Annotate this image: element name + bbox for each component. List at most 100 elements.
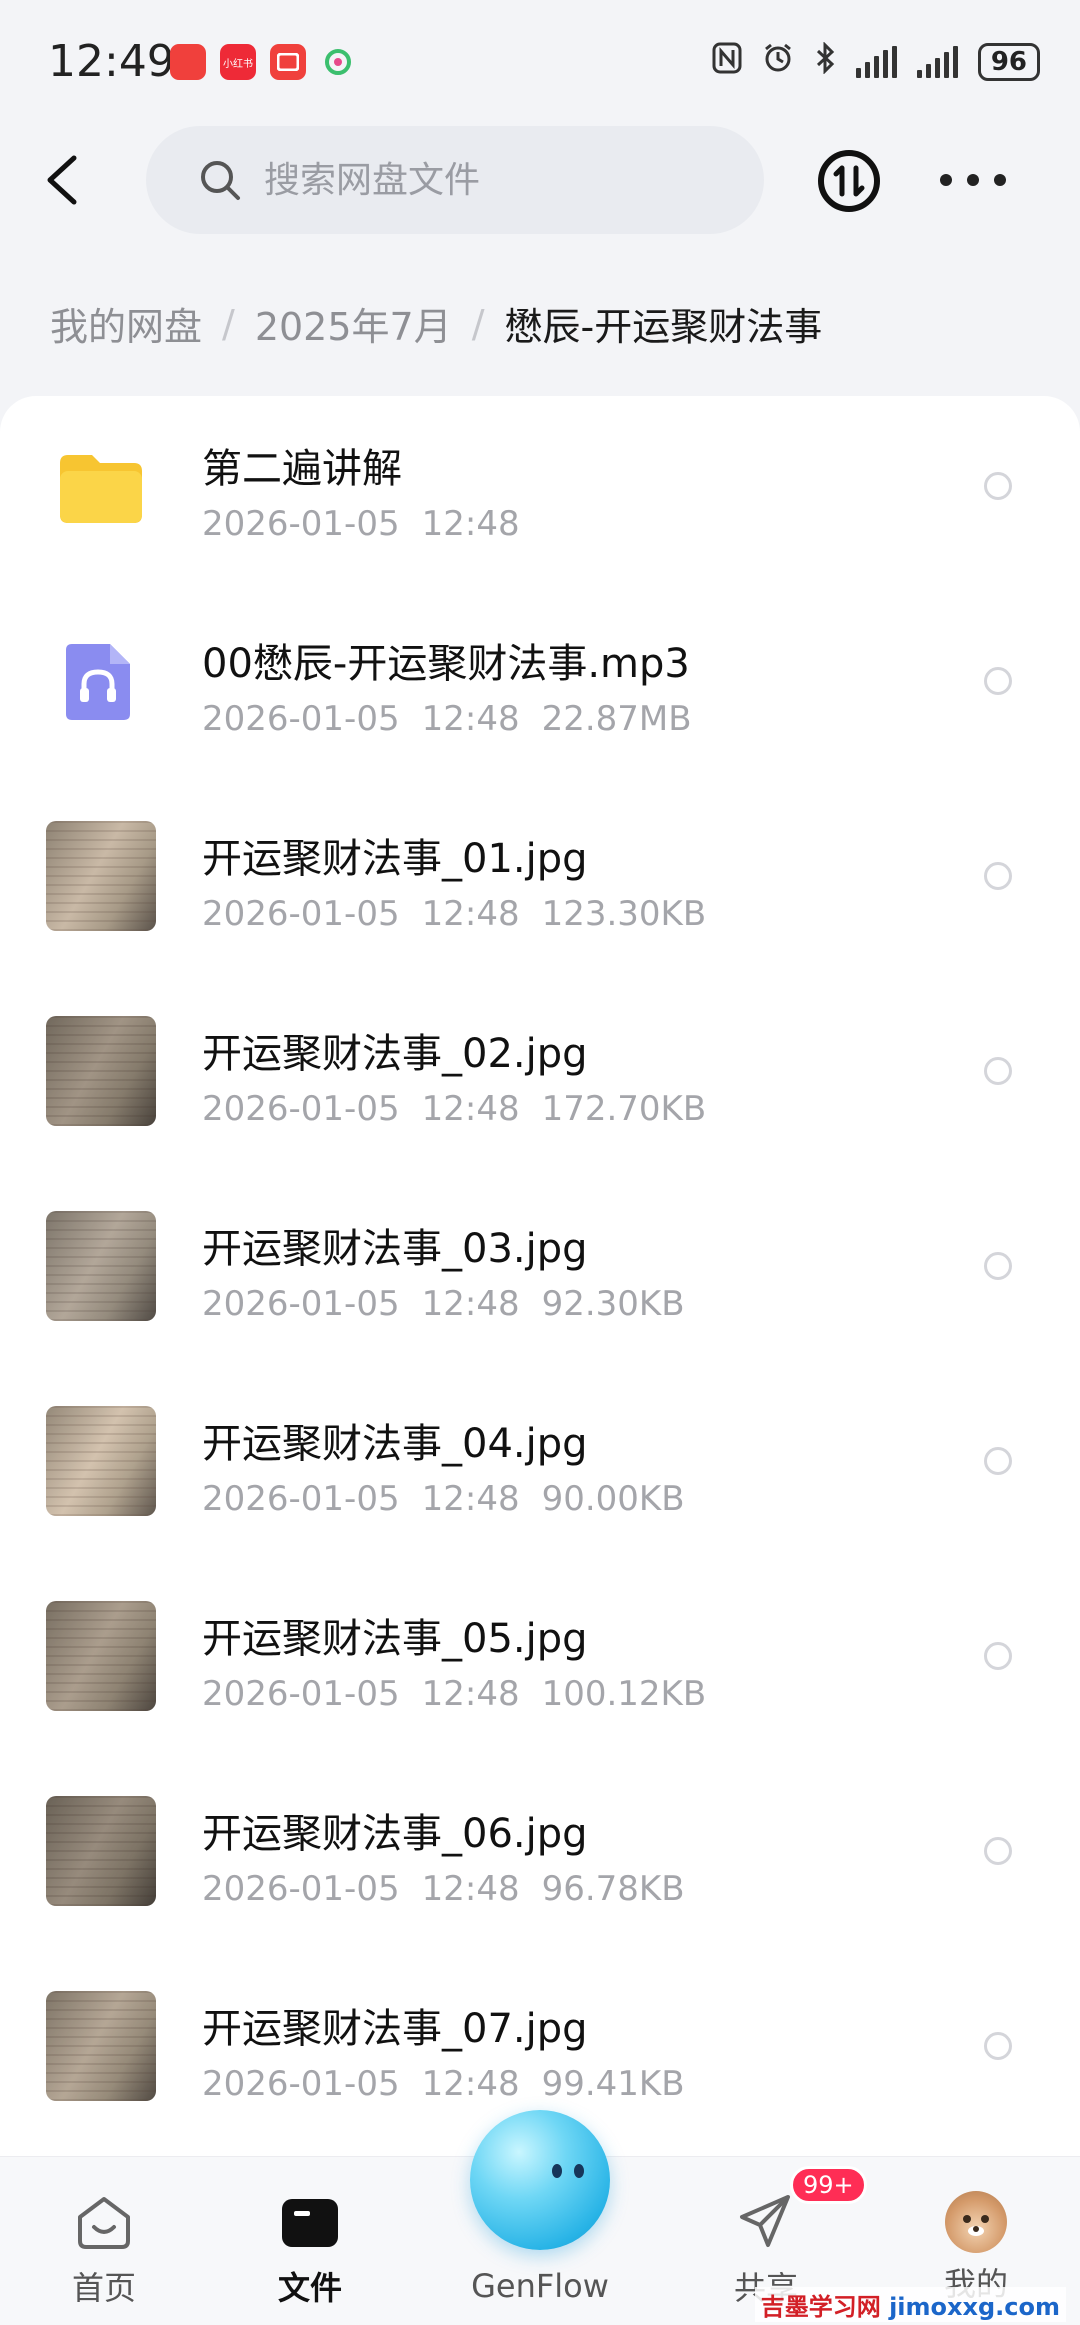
select-radio[interactable] (984, 1837, 1012, 1865)
file-meta: 2026-01-05 12:48 22.87MB (202, 699, 714, 739)
file-meta: 2026-01-05 12:48 123.30KB (202, 894, 728, 934)
list-item-image[interactable]: 开运聚财法事_03.jpg 2026-01-05 12:48 92.30KB (0, 1176, 1080, 1371)
file-time: 12:48 (421, 1479, 520, 1519)
list-item-image[interactable]: 开运聚财法事_02.jpg 2026-01-05 12:48 172.70KB (0, 981, 1080, 1176)
more-dot (967, 174, 979, 186)
file-meta: 2026-01-05 12:48 96.78KB (202, 1869, 707, 1909)
file-name: 00懋辰-开运聚财法事.mp3 (202, 641, 690, 687)
file-time: 12:48 (421, 894, 520, 934)
file-date: 2026-01-05 (202, 1089, 400, 1129)
list-item-image[interactable]: 开运聚财法事_05.jpg 2026-01-05 12:48 100.12KB (0, 1566, 1080, 1761)
watermark: 吉墨学习网 jimoxxg.com (754, 2287, 1066, 2322)
folder-icon (46, 431, 156, 541)
status-time: 12:49 (48, 36, 175, 87)
image-thumbnail (46, 1601, 156, 1711)
xiaohongshu-notification-icon: 小红书 (220, 44, 256, 80)
genflow-orb-button[interactable] (470, 2110, 610, 2250)
alarm-icon (762, 42, 794, 81)
list-item-folder[interactable]: 第二遍讲解 2026-01-05 12:48 (0, 396, 1080, 591)
nav-genflow-label: GenFlow (471, 2267, 609, 2305)
image-thumbnail (46, 1406, 156, 1516)
chevron-left-icon (47, 155, 77, 205)
file-meta: 2026-01-05 12:48 92.30KB (202, 1284, 707, 1324)
file-size: 99.41KB (541, 2064, 685, 2104)
nav-genflow[interactable]: GenFlow (470, 2261, 610, 2305)
file-date: 2026-01-05 (202, 1674, 400, 1714)
bluetooth-icon (814, 41, 836, 81)
select-radio[interactable] (984, 1057, 1012, 1085)
share-badge: 99+ (790, 2166, 867, 2204)
file-name: 开运聚财法事_06.jpg (202, 1811, 588, 1857)
search-icon (201, 161, 240, 200)
file-time: 12:48 (421, 1089, 520, 1129)
select-radio[interactable] (984, 2032, 1012, 2060)
file-list: 第二遍讲解 2026-01-05 12:48 00懋辰-开运聚财法事.mp3 20… (0, 396, 1080, 2156)
nav-home-label: 首页 (71, 2269, 136, 2307)
file-meta: 2026-01-05 12:48 99.41KB (202, 2064, 707, 2104)
list-item-image[interactable]: 开运聚财法事_06.jpg 2026-01-05 12:48 96.78KB (0, 1761, 1080, 1956)
select-radio[interactable] (984, 1447, 1012, 1475)
file-name: 开运聚财法事_05.jpg (202, 1616, 588, 1662)
file-time: 12:48 (421, 1674, 520, 1714)
back-button[interactable] (36, 150, 96, 210)
file-time: 12:48 (421, 1284, 520, 1324)
orb-eye (574, 2164, 584, 2178)
breadcrumb-separator: / (471, 301, 485, 346)
file-date: 2026-01-05 (202, 1284, 400, 1324)
status-right: 96 (712, 41, 1040, 81)
watermark-url: jimoxxg.com (889, 2293, 1060, 2321)
select-radio[interactable] (984, 862, 1012, 890)
files-icon (282, 2199, 338, 2247)
image-thumbnail (46, 821, 156, 931)
breadcrumb-separator: / (222, 301, 235, 346)
nav-files[interactable]: 文件 (240, 2191, 380, 2309)
breadcrumb-level1[interactable]: 2025年7月 (255, 296, 452, 351)
breadcrumb-root[interactable]: 我的网盘 (50, 296, 202, 351)
file-date: 2026-01-05 (202, 699, 400, 739)
list-item-audio[interactable]: 00懋辰-开运聚财法事.mp3 2026-01-05 12:48 22.87MB (0, 591, 1080, 786)
more-options-button[interactable] (940, 160, 1006, 200)
file-meta: 2026-01-05 12:48 90.00KB (202, 1479, 707, 1519)
mobile-app-icon (320, 44, 356, 80)
select-radio[interactable] (984, 472, 1012, 500)
home-icon (78, 2197, 130, 2249)
audio-file-icon (46, 626, 156, 736)
watermark-text: 吉墨学习网 (760, 2293, 881, 2321)
signal-icon-2 (916, 45, 958, 78)
transfer-icon (818, 150, 880, 212)
breadcrumb-current: 懋辰-开运聚财法事 (504, 305, 823, 349)
file-date: 2026-01-05 (202, 1869, 400, 1909)
nav-home[interactable]: 首页 (34, 2191, 174, 2309)
avatar (945, 2191, 1007, 2253)
image-thumbnail (46, 1211, 156, 1321)
image-thumbnail (46, 1796, 156, 1906)
file-meta: 2026-01-05 12:48 172.70KB (202, 1089, 728, 1129)
file-date: 2026-01-05 (202, 504, 400, 544)
image-thumbnail (46, 1991, 156, 2101)
file-name: 开运聚财法事_07.jpg (202, 2006, 588, 2052)
file-size: 172.70KB (541, 1089, 707, 1129)
select-radio[interactable] (984, 1642, 1012, 1670)
file-size: 96.78KB (541, 1869, 685, 1909)
select-radio[interactable] (984, 1252, 1012, 1280)
file-meta: 2026-01-05 12:48 100.12KB (202, 1674, 728, 1714)
transfer-button[interactable] (816, 148, 882, 214)
paper-plane-icon (740, 2195, 790, 2247)
file-name: 开运聚财法事_02.jpg (202, 1031, 588, 1077)
search-input[interactable] (262, 158, 726, 202)
file-size: 100.12KB (541, 1674, 707, 1714)
file-name: 开运聚财法事_03.jpg (202, 1226, 588, 1272)
file-time: 12:48 (421, 699, 520, 739)
more-dot (940, 174, 952, 186)
list-item-image[interactable]: 开运聚财法事_04.jpg 2026-01-05 12:48 90.00KB (0, 1371, 1080, 1566)
image-thumbnail (46, 1016, 156, 1126)
notification-icons: 小红书 (170, 44, 356, 80)
signal-icon (855, 45, 897, 78)
file-size: 123.30KB (541, 894, 707, 934)
select-radio[interactable] (984, 667, 1012, 695)
search-bar[interactable] (146, 126, 764, 234)
app-notification-icon (170, 44, 206, 80)
file-time: 12:48 (421, 504, 520, 544)
breadcrumb: 我的网盘 / 2025年7月 / 懋辰-开运聚财法事 (50, 296, 822, 351)
list-item-image[interactable]: 开运聚财法事_01.jpg 2026-01-05 12:48 123.30KB (0, 786, 1080, 981)
